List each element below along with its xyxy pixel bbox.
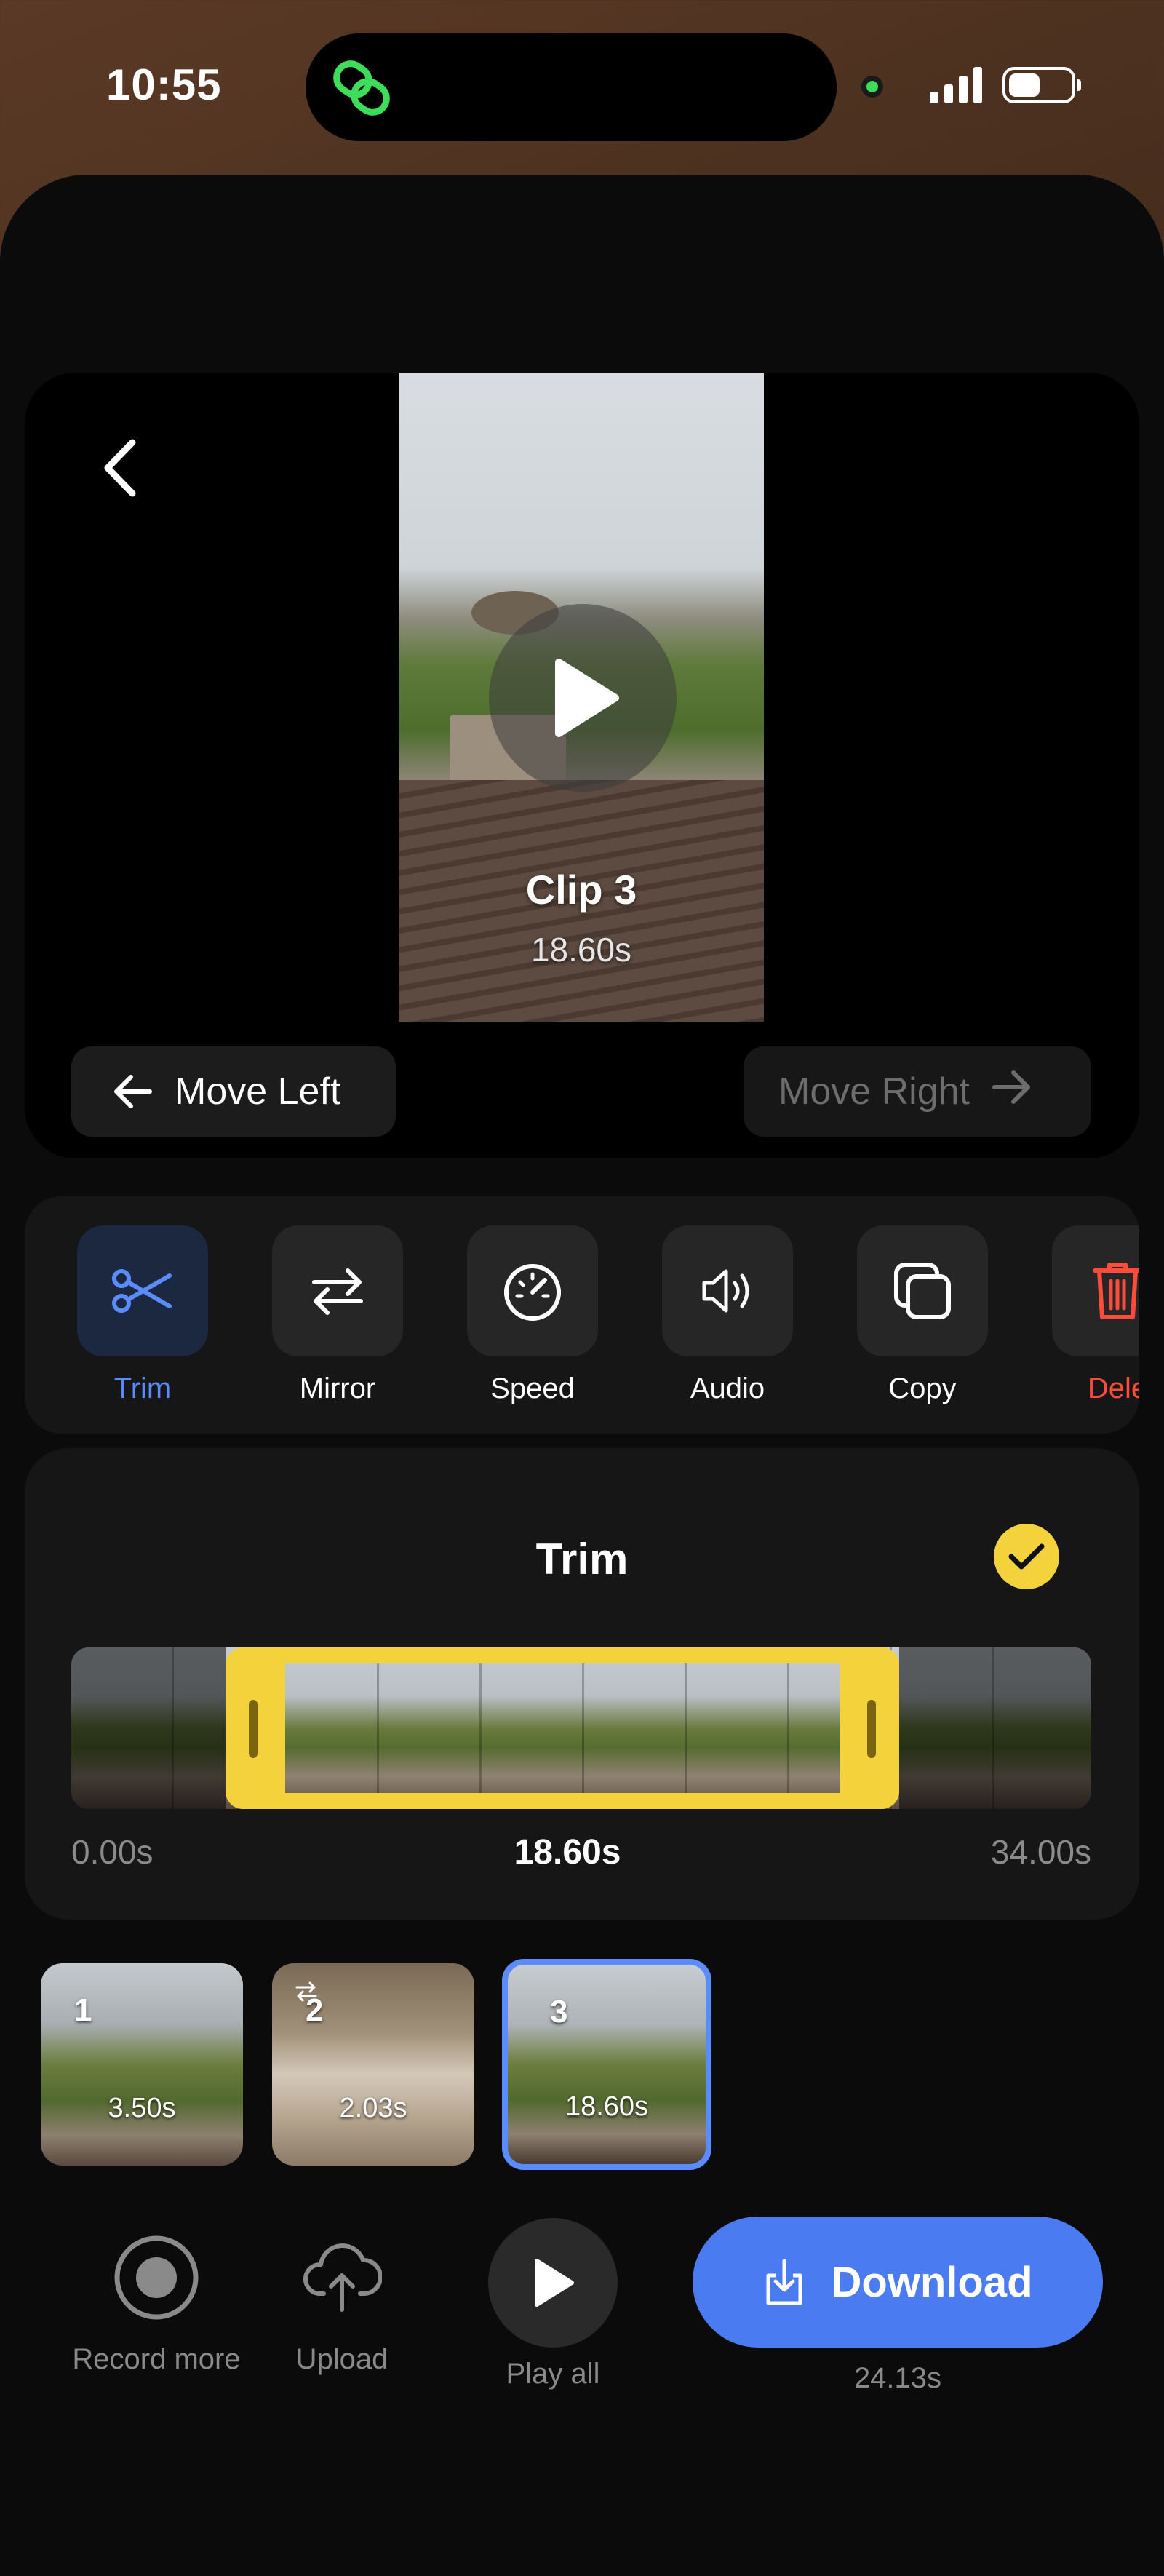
move-left-label: Move Left bbox=[175, 1070, 341, 1113]
clip-duration: 18.60s bbox=[530, 931, 632, 969]
trim-title: Trim bbox=[535, 1535, 629, 1583]
speed-tool-label: Speed bbox=[490, 1372, 575, 1404]
back-button[interactable] bbox=[95, 435, 146, 501]
clip-duration-label: 18.60s bbox=[565, 2091, 649, 2122]
audio-tool-button[interactable]: Audio bbox=[662, 1225, 793, 1405]
copy-icon bbox=[894, 1263, 951, 1319]
confirm-trim-button[interactable] bbox=[994, 1524, 1059, 1589]
trash-icon bbox=[1093, 1263, 1139, 1319]
link-app-icon bbox=[329, 60, 394, 116]
trim-start-time: 0.00s bbox=[71, 1833, 154, 1871]
audio-tool-label: Audio bbox=[690, 1372, 765, 1404]
upload-label: Upload bbox=[295, 2343, 388, 2375]
speedometer-icon bbox=[504, 1264, 561, 1321]
record-more-label: Record more bbox=[72, 2343, 241, 2375]
trim-selected-duration: 18.60s bbox=[514, 1833, 621, 1872]
trim-end-handle[interactable] bbox=[867, 1700, 876, 1758]
trim-tool-button[interactable]: Trim bbox=[77, 1225, 208, 1405]
move-right-button[interactable]: Move Right bbox=[744, 1046, 1091, 1137]
status-time: 10:55 bbox=[106, 60, 222, 109]
clip-duration-label: 3.50s bbox=[108, 2093, 176, 2123]
trim-excluded-end bbox=[899, 1647, 1091, 1809]
chevron-left-icon bbox=[104, 439, 136, 497]
battery-icon bbox=[1002, 67, 1081, 103]
move-left-button[interactable]: Move Left bbox=[71, 1046, 396, 1137]
play-all-label: Play all bbox=[506, 2358, 600, 2390]
play-button[interactable] bbox=[489, 604, 677, 792]
total-duration: 24.13s bbox=[853, 2362, 942, 2394]
speaker-icon bbox=[702, 1269, 749, 1313]
clip-thumbnail-1[interactable]: 1 3.50s bbox=[41, 1963, 243, 2166]
swap-arrows-icon bbox=[312, 1268, 363, 1315]
record-icon bbox=[114, 2235, 199, 2320]
checkmark-icon bbox=[1008, 1543, 1045, 1570]
play-all-button[interactable]: Play all bbox=[466, 2218, 640, 2390]
delete-tool-button[interactable]: Dele bbox=[1052, 1225, 1139, 1405]
trim-tool-label: Trim bbox=[113, 1372, 172, 1404]
delete-tool-label: Dele bbox=[1087, 1372, 1139, 1404]
move-right-label: Move Right bbox=[778, 1070, 970, 1113]
signal-icon bbox=[930, 67, 986, 107]
mirror-tool-button[interactable]: Mirror bbox=[272, 1225, 403, 1405]
camera-indicator-icon bbox=[861, 76, 883, 98]
download-icon bbox=[762, 2257, 806, 2307]
arrow-left-icon bbox=[112, 1074, 153, 1109]
clip-number: 2 bbox=[306, 1992, 324, 2028]
trim-selection-frame[interactable] bbox=[226, 1647, 899, 1809]
scissors-icon bbox=[112, 1269, 172, 1313]
copy-tool-label: Copy bbox=[888, 1372, 957, 1404]
trim-excluded-start bbox=[71, 1647, 226, 1809]
tools-panel: Trim Mirror Speed Audio Copy Del bbox=[25, 1196, 1139, 1434]
play-icon bbox=[535, 2259, 574, 2307]
trim-end-time: 34.00s bbox=[990, 1833, 1091, 1871]
play-icon bbox=[555, 659, 619, 737]
clip-duration-label: 2.03s bbox=[339, 2093, 407, 2123]
mirror-tool-label: Mirror bbox=[299, 1372, 376, 1404]
download-label: Download bbox=[831, 2258, 1033, 2306]
clip-thumbnail-2[interactable]: 2 2.03s bbox=[272, 1963, 474, 2166]
cloud-upload-icon bbox=[303, 2243, 382, 2312]
upload-button[interactable]: Upload bbox=[269, 2234, 415, 2376]
arrow-right-icon bbox=[992, 1070, 1032, 1114]
speed-tool-button[interactable]: Speed bbox=[467, 1225, 598, 1405]
clip-number: 3 bbox=[550, 1994, 568, 2030]
copy-tool-button[interactable]: Copy bbox=[857, 1225, 988, 1405]
download-button[interactable]: Download bbox=[693, 2217, 1103, 2348]
clip-number: 1 bbox=[74, 1992, 92, 2028]
trim-start-handle[interactable] bbox=[249, 1700, 258, 1758]
record-more-button[interactable]: Record more bbox=[44, 2234, 269, 2376]
clip-thumbnail-3[interactable]: 3 18.60s bbox=[502, 1959, 711, 2170]
clip-title: Clip 3 bbox=[525, 867, 637, 913]
